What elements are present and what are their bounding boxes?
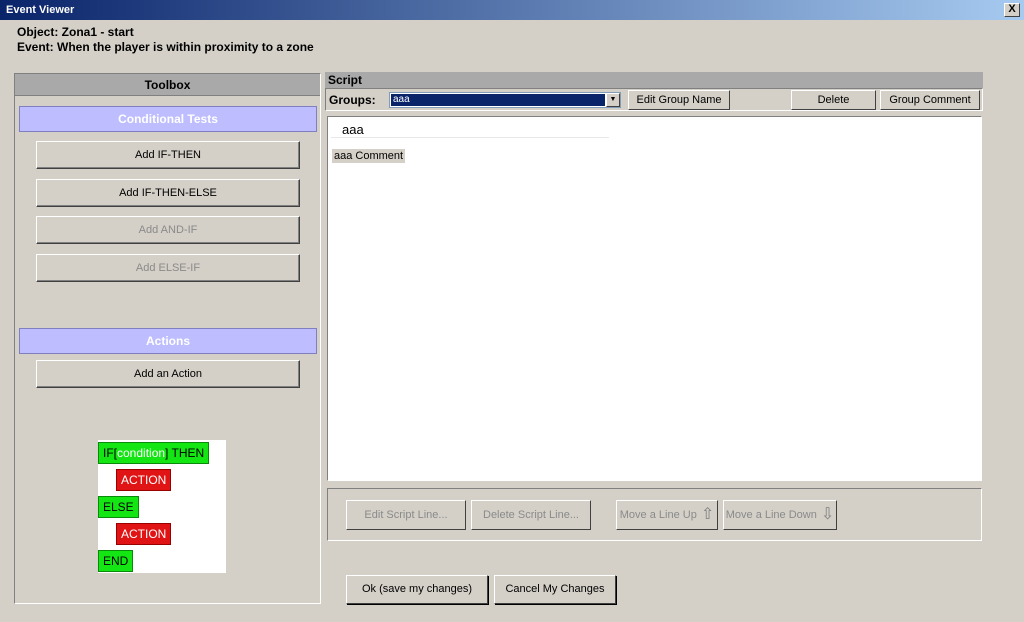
move-line-up-label: Move a Line Up bbox=[619, 509, 697, 521]
actions-header: Actions bbox=[19, 328, 317, 354]
delete-script-line-button[interactable]: Delete Script Line... bbox=[471, 500, 591, 530]
legend-condition: condition bbox=[117, 446, 166, 460]
legend-if-then: IF[condition] THEN bbox=[98, 442, 210, 464]
event-info: Event: When the player is within proximi… bbox=[17, 40, 314, 54]
script-comment-line[interactable]: aaa Comment bbox=[332, 149, 406, 163]
move-line-down-button[interactable]: Move a Line Down ⇩ bbox=[723, 500, 837, 530]
add-action-button[interactable]: Add an Action bbox=[36, 360, 300, 388]
legend-end: END bbox=[98, 550, 134, 572]
chevron-down-icon[interactable]: ▼ bbox=[606, 93, 620, 107]
structure-legend: IF[condition] THEN ACTION ELSE ACTION EN… bbox=[98, 440, 226, 573]
legend-then-suffix: ] THEN bbox=[165, 446, 205, 460]
title-bar: Event Viewer X bbox=[0, 0, 1024, 20]
window-title: Event Viewer bbox=[6, 4, 75, 16]
group-name-text: aaa bbox=[342, 122, 364, 137]
edit-group-name-button[interactable]: Edit Group Name bbox=[628, 90, 730, 110]
add-if-then-button[interactable]: Add IF-THEN bbox=[36, 141, 300, 169]
script-editor[interactable]: aaa aaa Comment bbox=[327, 116, 982, 481]
legend-else: ELSE bbox=[98, 496, 139, 518]
delete-group-button[interactable]: Delete bbox=[791, 90, 876, 110]
groups-selected-value: aaa bbox=[391, 94, 605, 106]
script-title: Script bbox=[325, 72, 983, 88]
close-button[interactable]: X bbox=[1004, 3, 1020, 17]
arrow-up-icon: ⇧ bbox=[700, 506, 715, 524]
group-divider bbox=[331, 137, 609, 138]
legend-action-1: ACTION bbox=[116, 469, 172, 491]
add-else-if-button[interactable]: Add ELSE-IF bbox=[36, 254, 300, 282]
ok-save-button[interactable]: Ok (save my changes) bbox=[346, 575, 488, 604]
object-info: Object: Zona1 - start bbox=[17, 25, 134, 39]
edit-script-line-button[interactable]: Edit Script Line... bbox=[346, 500, 466, 530]
toolbox-title: Toolbox bbox=[15, 74, 320, 96]
move-line-down-label: Move a Line Down bbox=[725, 509, 817, 521]
move-line-up-button[interactable]: Move a Line Up ⇧ bbox=[616, 500, 718, 530]
arrow-down-icon: ⇩ bbox=[820, 506, 835, 524]
conditional-tests-header: Conditional Tests bbox=[19, 106, 317, 132]
legend-action-2: ACTION bbox=[116, 523, 172, 545]
cancel-changes-button[interactable]: Cancel My Changes bbox=[494, 575, 616, 604]
add-if-then-else-button[interactable]: Add IF-THEN-ELSE bbox=[36, 179, 300, 207]
script-panel: Script Groups: aaa ▼ Edit Group Name Del… bbox=[325, 72, 983, 542]
group-comment-button[interactable]: Group Comment bbox=[880, 90, 980, 110]
toolbox-panel: Toolbox Conditional Tests Add IF-THEN Ad… bbox=[14, 73, 321, 604]
legend-if-prefix: IF[ bbox=[103, 446, 117, 460]
groups-row: Groups: aaa ▼ Edit Group Name Delete Gro… bbox=[325, 88, 983, 111]
groups-dropdown[interactable]: aaa ▼ bbox=[389, 92, 621, 108]
groups-label: Groups: bbox=[329, 93, 376, 107]
script-line-actions: Edit Script Line... Delete Script Line..… bbox=[327, 488, 982, 541]
add-and-if-button[interactable]: Add AND-IF bbox=[36, 216, 300, 244]
